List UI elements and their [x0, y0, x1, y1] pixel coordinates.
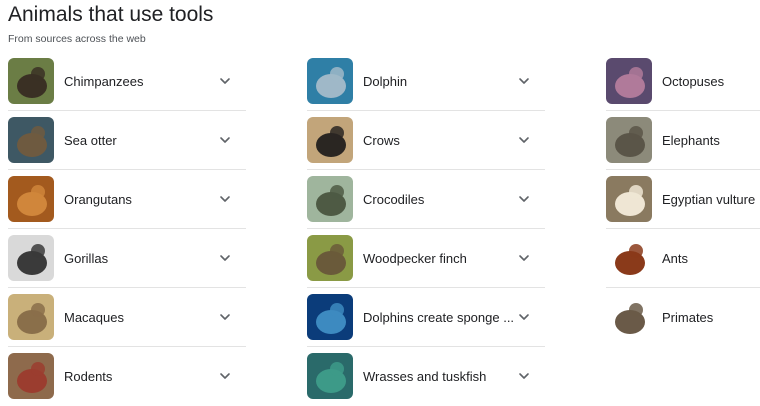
- chimpanzee-thumbnail: [8, 58, 54, 104]
- list-item[interactable]: Sea otter: [8, 111, 246, 170]
- list-item-label: Wrasses and tuskfish: [363, 368, 487, 384]
- list-item-label: Dolphins create sponge ...: [363, 309, 515, 325]
- page-title: Animals that use tools: [8, 3, 214, 26]
- chevron-down-icon[interactable]: [517, 192, 531, 206]
- list-item[interactable]: Egyptian vulture: [606, 170, 760, 229]
- chevron-down-icon[interactable]: [218, 192, 232, 206]
- page-subtitle: From sources across the web: [8, 33, 146, 45]
- chevron-down-icon[interactable]: [517, 310, 531, 324]
- list-item-label: Crocodiles: [363, 191, 425, 207]
- primates-thumbnail: [606, 294, 652, 340]
- list-item[interactable]: Orangutans: [8, 170, 246, 229]
- chevron-down-icon[interactable]: [218, 251, 232, 265]
- header: Animals that use tools From sources acro…: [8, 2, 213, 45]
- list-item[interactable]: Octopuses: [606, 52, 760, 111]
- list-item-label: Ants: [662, 250, 689, 266]
- list-item[interactable]: Rodents: [8, 347, 246, 405]
- woodpecker-finch-thumbnail: [307, 235, 353, 281]
- list-item-label: Gorillas: [64, 250, 109, 266]
- macaque-thumbnail: [8, 294, 54, 340]
- dolphin-thumbnail: [307, 58, 353, 104]
- list-item-label: Octopuses: [662, 73, 725, 89]
- list-item[interactable]: Crocodiles: [307, 170, 545, 229]
- crow-thumbnail: [307, 117, 353, 163]
- elephant-thumbnail: [606, 117, 652, 163]
- list-item-label: Crows: [363, 132, 400, 148]
- list-item[interactable]: Wrasses and tuskfish: [307, 347, 545, 405]
- chevron-down-icon[interactable]: [517, 133, 531, 147]
- column-3: Octopuses Elephants Egyptian vulture Ants Pr…: [606, 52, 760, 346]
- list-item-label: Egyptian vulture: [662, 191, 756, 207]
- octopus-thumbnail: [606, 58, 652, 104]
- rodent-thumbnail: [8, 353, 54, 399]
- column-1: Chimpanzees Sea otter Orangutans Gorillas Ma…: [8, 52, 246, 405]
- chevron-down-icon[interactable]: [517, 251, 531, 265]
- list-item-label: Sea otter: [64, 132, 117, 148]
- chevron-down-icon[interactable]: [218, 310, 232, 324]
- chevron-down-icon[interactable]: [218, 74, 232, 88]
- chevron-down-icon[interactable]: [517, 74, 531, 88]
- list-item[interactable]: Macaques: [8, 288, 246, 347]
- list-item-label: Woodpecker finch: [363, 250, 467, 266]
- gorilla-thumbnail: [8, 235, 54, 281]
- list-item-label: Primates: [662, 309, 714, 325]
- chevron-down-icon[interactable]: [218, 133, 232, 147]
- list-item[interactable]: Dolphins create sponge ...: [307, 288, 545, 347]
- column-2: Dolphin Crows Crocodiles Woodpecker finch Do…: [307, 52, 545, 405]
- crocodile-thumbnail: [307, 176, 353, 222]
- list-item[interactable]: Primates: [606, 288, 760, 346]
- orangutan-thumbnail: [8, 176, 54, 222]
- egyptian-vulture-thumbnail: [606, 176, 652, 222]
- wrasse-thumbnail: [307, 353, 353, 399]
- list-item[interactable]: Crows: [307, 111, 545, 170]
- chevron-down-icon[interactable]: [218, 369, 232, 383]
- sea-otter-thumbnail: [8, 117, 54, 163]
- list-item-label: Elephants: [662, 132, 720, 148]
- list-item[interactable]: Dolphin: [307, 52, 545, 111]
- chevron-down-icon[interactable]: [517, 369, 531, 383]
- list-item[interactable]: Gorillas: [8, 229, 246, 288]
- list-item[interactable]: Chimpanzees: [8, 52, 246, 111]
- list-item[interactable]: Elephants: [606, 111, 760, 170]
- list-item-label: Chimpanzees: [64, 73, 144, 89]
- list-item-label: Rodents: [64, 368, 113, 384]
- list-item-label: Macaques: [64, 309, 124, 325]
- list-item-label: Dolphin: [363, 73, 408, 89]
- list-item[interactable]: Woodpecker finch: [307, 229, 545, 288]
- list-item[interactable]: Ants: [606, 229, 760, 288]
- ant-thumbnail: [606, 235, 652, 281]
- list-item-label: Orangutans: [64, 191, 132, 207]
- dolphin-sponge-thumbnail: [307, 294, 353, 340]
